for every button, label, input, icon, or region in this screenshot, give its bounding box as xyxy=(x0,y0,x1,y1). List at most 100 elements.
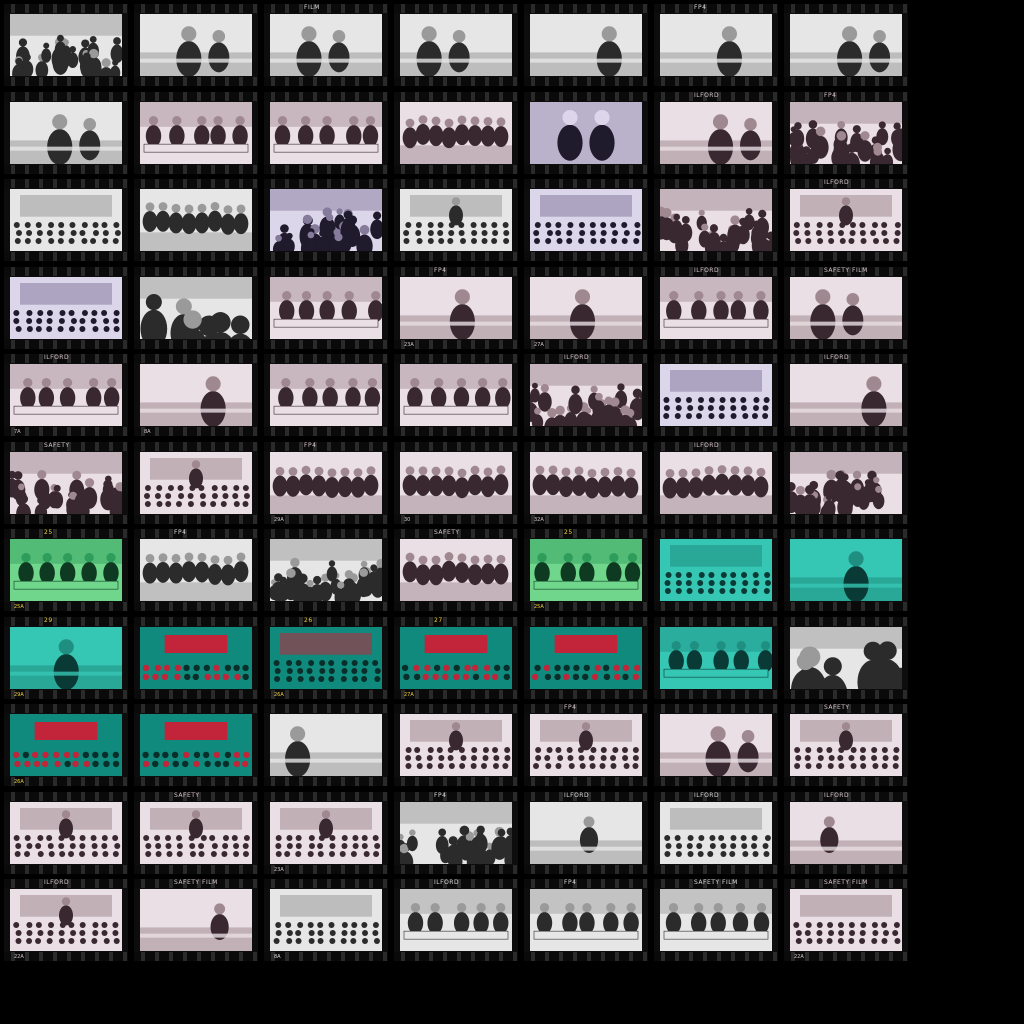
photo-scene xyxy=(530,539,642,601)
photo-image xyxy=(790,14,902,76)
film-edge-label: ILFORD xyxy=(824,354,850,361)
photo-scene xyxy=(660,101,772,164)
sprocket-strip-bottom xyxy=(784,689,908,699)
sprocket-strip-top xyxy=(524,91,648,101)
film-frame xyxy=(264,704,388,786)
photo-scene xyxy=(530,714,642,776)
film-frame xyxy=(654,354,778,436)
photo-image xyxy=(270,451,382,514)
photo-scene xyxy=(790,626,902,689)
frame-number: 8A xyxy=(274,954,281,960)
sprocket-strip-bottom xyxy=(654,952,778,961)
film-edge-label: FP4 xyxy=(304,441,317,449)
photo-scene xyxy=(270,889,382,951)
photo-scene xyxy=(660,714,772,776)
film-frame: 23A xyxy=(264,791,388,874)
sprocket-strip-bottom xyxy=(134,689,258,699)
sprocket-strip-bottom xyxy=(784,602,908,611)
sprocket-strip-top xyxy=(394,791,518,801)
photo-scene xyxy=(400,801,512,864)
photo-image xyxy=(270,714,382,776)
photo-image xyxy=(660,889,772,951)
sprocket-strip-bottom xyxy=(654,164,778,174)
film-frame: ILFORD xyxy=(654,91,778,174)
sprocket-strip-top xyxy=(654,179,778,188)
film-frame xyxy=(134,91,258,174)
photo-image xyxy=(270,189,382,251)
photo-scene xyxy=(140,539,252,601)
sprocket-strip-bottom xyxy=(134,252,258,261)
film-edge-label: SAFETY xyxy=(824,704,850,711)
sprocket-strip-bottom xyxy=(654,689,778,699)
photo-image xyxy=(10,889,122,951)
film-frame: ILFORD 22A xyxy=(4,879,128,961)
film-frame: ILFORD xyxy=(654,441,778,524)
film-edge-label: 27 xyxy=(434,616,443,624)
sprocket-strip-top xyxy=(134,266,258,276)
sprocket-strip-bottom xyxy=(524,952,648,961)
sprocket-strip-top xyxy=(394,179,518,188)
sprocket-strip-top xyxy=(784,616,908,626)
film-frame xyxy=(784,4,908,86)
film-frame: SAFETY FILM xyxy=(654,879,778,961)
sprocket-strip-bottom xyxy=(654,77,778,86)
sprocket-strip-top xyxy=(134,529,258,538)
film-frame xyxy=(264,266,388,349)
sprocket-strip-top xyxy=(394,704,518,713)
sprocket-strip-bottom xyxy=(264,427,388,436)
film-frame: ILFORD xyxy=(784,179,908,261)
sprocket-strip-bottom xyxy=(4,164,128,174)
photo-scene xyxy=(400,626,512,689)
film-frame: SAFETY xyxy=(394,529,518,611)
sprocket-strip-top xyxy=(264,4,388,13)
sprocket-strip-bottom xyxy=(784,777,908,786)
frame-number: 23A xyxy=(274,866,284,873)
sprocket-strip-bottom xyxy=(394,514,518,524)
film-frame: SAFETY xyxy=(134,791,258,874)
photo-image xyxy=(400,539,512,601)
sprocket-strip-bottom xyxy=(264,602,388,611)
photo-image xyxy=(140,539,252,601)
frame-number: 27A xyxy=(404,691,414,698)
photo-scene xyxy=(140,889,252,951)
film-frame xyxy=(394,4,518,86)
film-frame: SAFETY xyxy=(4,441,128,524)
film-edge-label: 25 xyxy=(44,529,53,536)
photo-image xyxy=(530,189,642,251)
photo-image xyxy=(400,189,512,251)
film-frame xyxy=(394,91,518,174)
sprocket-strip-bottom xyxy=(134,777,258,786)
sprocket-strip-top xyxy=(4,529,128,538)
film-frame xyxy=(264,354,388,436)
photo-scene xyxy=(790,714,902,776)
sprocket-strip-bottom xyxy=(784,514,908,524)
photo-image xyxy=(530,714,642,776)
sprocket-strip-top xyxy=(4,616,128,626)
photo-scene xyxy=(140,101,252,164)
sprocket-strip-top xyxy=(134,4,258,13)
film-frame: FP4 xyxy=(784,91,908,174)
film-frame xyxy=(784,616,908,699)
film-frame: ILFORD xyxy=(524,791,648,874)
sprocket-strip-top xyxy=(134,441,258,451)
photo-image xyxy=(10,189,122,251)
photo-image xyxy=(660,14,772,76)
film-frame: ILFORD xyxy=(784,354,908,436)
sprocket-strip-bottom xyxy=(784,77,908,86)
photo-image xyxy=(400,801,512,864)
photo-scene xyxy=(790,189,902,251)
film-frame: ILFORD xyxy=(654,266,778,349)
film-edge-label: ILFORD xyxy=(824,179,850,186)
photo-scene xyxy=(790,364,902,426)
sprocket-strip-top xyxy=(524,179,648,188)
sprocket-strip-bottom xyxy=(654,427,778,436)
photo-scene xyxy=(530,276,642,339)
photo-scene xyxy=(790,451,902,514)
film-frame xyxy=(264,91,388,174)
sprocket-strip-top xyxy=(394,441,518,451)
photo-image xyxy=(10,539,122,601)
film-frame xyxy=(394,179,518,261)
film-frame xyxy=(4,4,128,86)
film-frame: FILM xyxy=(264,4,388,86)
sprocket-strip-bottom xyxy=(524,164,648,174)
